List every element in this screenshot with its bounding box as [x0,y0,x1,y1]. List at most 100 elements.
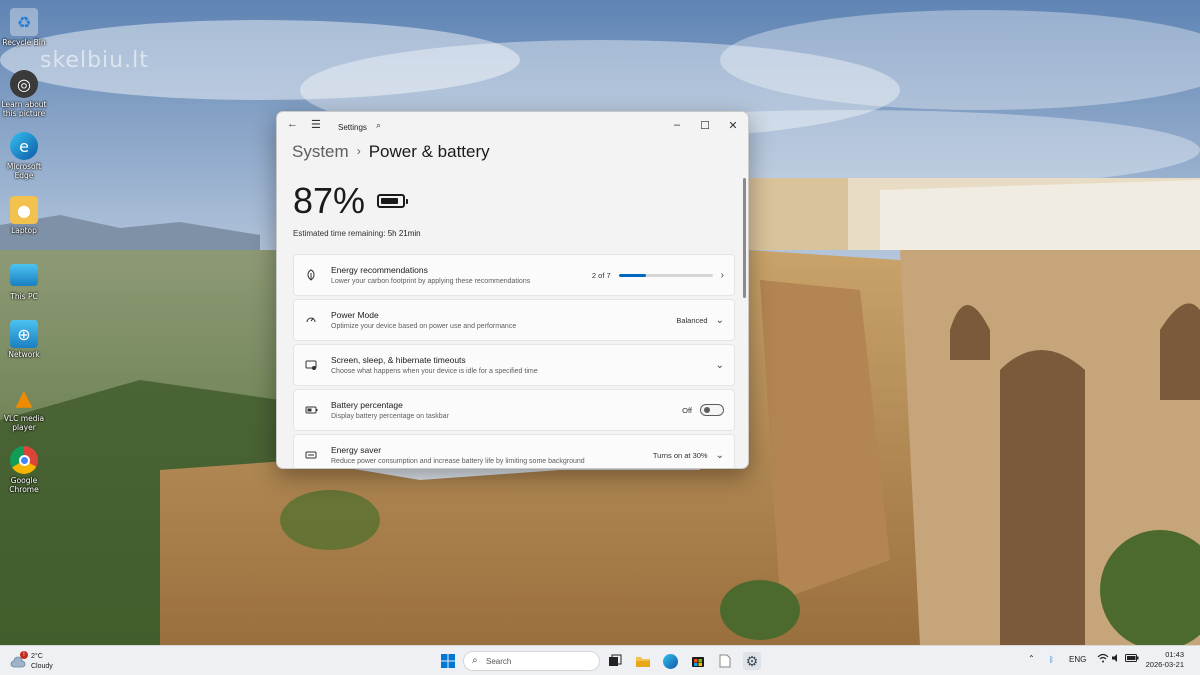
breadcrumb-separator: › [356,144,361,158]
card-title: Screen, sleep, & hibernate timeouts [331,355,466,365]
power-mode-value: Balanced [676,315,708,325]
minimize-button[interactable]: – [662,116,692,134]
battery-percentage-toggle[interactable] [700,404,724,416]
user-folder-icon: ● [10,196,38,224]
task-view-icon[interactable] [606,652,624,670]
desktop-icon-network[interactable]: ⊕ Network [0,320,48,359]
microsoft-store-icon[interactable] [689,652,707,670]
start-button[interactable] [439,652,457,670]
desktop-icon-learn-about-picture[interactable]: ◎ Learn about this picture [0,70,48,118]
wifi-icon[interactable] [1097,653,1109,665]
card-title: Battery percentage [331,400,403,410]
estimate-label: Estimated time remaining: [293,229,386,238]
search-placeholder: Search [486,657,512,666]
toggle-knob [704,407,710,413]
weather-condition: Cloudy [31,663,53,670]
power-mode-dropdown[interactable]: Balanced ⌄ [676,300,724,340]
monitor-icon [10,264,38,286]
desktop-icon-label: Learn about this picture [1,100,47,118]
card-expander[interactable]: ⌄ [716,345,724,385]
maximize-button[interactable]: ☐ [690,116,720,134]
edge-icon: e [10,132,38,160]
scrollbar-thumb[interactable] [743,178,746,298]
recommendations-count: 2 of 7 [591,270,611,280]
back-arrow-icon[interactable]: ← [287,118,298,130]
battery-percentage-card: Battery percentage Display battery perce… [293,389,735,431]
desktop-icon-chrome[interactable]: Google Chrome [0,446,48,494]
energy-saver-card[interactable]: Energy saver Reduce power consumption an… [293,434,735,468]
notification-badge: ! [20,651,28,659]
battery-nub [406,199,408,204]
chevron-down-icon: ⌄ [715,314,724,326]
desktop-icon-label: Microsoft Edge [6,162,42,180]
recycle-bin-icon: ♻ [10,8,38,36]
watermark-text: skelbiu.lt [40,48,149,73]
bluetooth-icon[interactable]: ᛒ [1049,655,1054,664]
scrollbar[interactable] [743,178,746,468]
energy-saver-icon [304,449,318,463]
card-description: Display battery percentage on taskbar [331,413,449,420]
desktop-icon-label: Network [8,350,40,359]
card-description: Choose what happens when your device is … [331,368,538,375]
desktop-icon-laptop[interactable]: ● Laptop [0,196,48,235]
weather-widget[interactable]: ! 2°C Cloudy [10,651,90,673]
card-title: Energy saver [331,445,382,455]
search-icon[interactable]: ⌕ [376,120,381,131]
title-bar[interactable]: ← ☰ Settings ⌕ – ☐ ✕ [277,112,748,140]
weather-temperature: 2°C [31,653,43,660]
card-title: Power Mode [331,310,379,320]
chevron-down-icon: ⌄ [715,449,724,461]
power-mode-card[interactable]: Power Mode Optimize your device based on… [293,299,735,341]
card-description: Lower your carbon footprint by applying … [331,278,531,285]
clock-date: 2026-03-21 [1145,660,1184,669]
chevron-right-icon: › [720,269,724,281]
page-title: Power & battery [368,142,490,161]
screen-sleep-card[interactable]: Screen, sleep, & hibernate timeouts Choo… [293,344,735,386]
language-indicator[interactable]: ENG [1069,655,1086,664]
leaf-icon [304,269,318,283]
file-explorer-icon[interactable] [634,652,652,670]
app-title: Settings [338,123,367,132]
card-value: 2 of 7 › [592,255,724,295]
desktop-icon-label: Recycle Bin [2,38,46,47]
system-clock[interactable]: 01:43 2026-03-21 [1146,650,1184,670]
battery-fill [381,198,399,204]
breadcrumb-system[interactable]: System [292,142,349,161]
card-description: Reduce power consumption and increase ba… [331,458,585,465]
chevron-down-icon: ⌄ [715,359,724,371]
estimated-time: Estimated time remaining: 5h 21min [293,229,421,238]
energy-recommendations-card[interactable]: Energy recommendations Lower your carbon… [293,254,735,296]
hamburger-menu-icon[interactable]: ☰ [311,118,321,131]
volume-icon[interactable] [1111,653,1121,665]
gear-icon: ⚙ [745,652,759,669]
settings-window: ← ☰ Settings ⌕ – ☐ ✕ System › Power & batt… [276,111,749,469]
battery-level-icon [377,194,408,208]
taskbar: ! 2°C Cloudy ⌕ Search ⚙ ⌃ ᛒ ENG 01:43 20… [0,645,1200,675]
battery-tray-icon[interactable] [1125,654,1139,664]
desktop-icon-label: VLC media player [3,414,45,432]
edge-icon[interactable] [661,652,679,670]
settings-app-icon[interactable]: ⚙ [743,652,761,670]
estimate-value: 5h 21min [387,229,421,238]
desktop-icon-vlc[interactable]: ▲ VLC media player [0,384,48,433]
desktop-icon-edge[interactable]: e Microsoft Edge [0,132,48,180]
network-icon: ⊕ [10,320,38,348]
card-description: Optimize your device based on power use … [331,323,517,330]
progress-fill [618,273,646,277]
taskbar-search[interactable]: ⌕ Search [463,651,600,671]
windows-logo-icon [441,654,455,668]
close-button[interactable]: ✕ [718,116,748,134]
camera-icon: ◎ [10,70,38,98]
desktop-icon-label: This PC [10,292,38,301]
desktop-icon-recycle-bin[interactable]: ♻ Recycle Bin [0,8,48,47]
toggle-state-label: Off [682,405,692,415]
desktop-icon-this-pc[interactable]: This PC [0,260,48,301]
vlc-icon: ▲ [15,385,33,411]
breadcrumb: System › Power & battery [292,142,490,162]
card-value: Off [682,390,724,430]
desktop-icon-label: Google Chrome [9,476,39,494]
notepad-icon[interactable] [716,652,734,670]
search-icon: ⌕ [472,655,478,666]
chevron-up-icon[interactable]: ⌃ [1028,654,1035,663]
power-mode-icon [304,314,318,328]
